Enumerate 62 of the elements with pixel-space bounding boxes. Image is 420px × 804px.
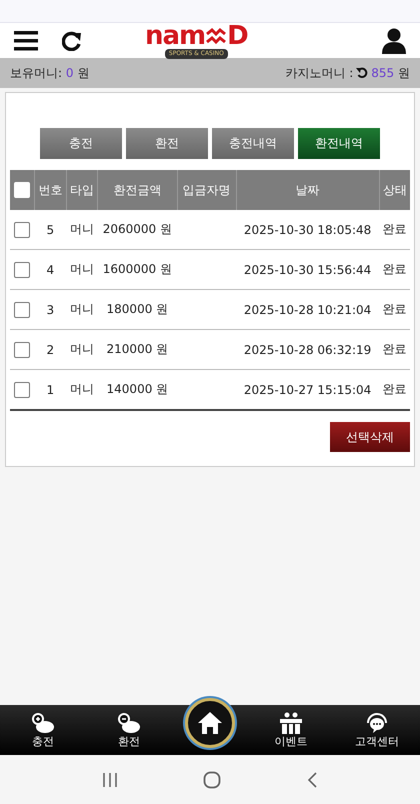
row-checkbox[interactable] [14,382,30,398]
select-all-checkbox[interactable] [14,182,30,198]
table-cell: 머니 [70,342,94,356]
table-cell: 2 [46,342,54,356]
table-cell: 2025-10-28 06:32:19 [244,342,372,356]
table-cell: 1 [46,382,54,396]
nav-label[interactable]: 환전 [118,734,140,748]
nav-label[interactable]: 충전 [32,734,54,748]
user-icon[interactable] [382,28,406,54]
nav-label[interactable]: 이벤트 [274,734,308,748]
table-cell: 완료 [382,222,406,236]
nav-label[interactable]: 고객센터 [355,734,399,748]
table-cell: 완료 [382,302,406,316]
back-icon[interactable] [306,772,318,788]
wave-icon [205,25,228,47]
tab[interactable]: 충전내역 [212,128,294,159]
casino-money-value: 855 원 [371,64,410,82]
table-cell: 2025-10-27 15:15:04 [244,382,372,396]
holding-money: 보유머니: 0 원 [10,64,90,82]
home-button[interactable] [185,698,235,748]
table-cell: 3 [46,302,54,316]
table-cell: 2025-10-30 15:56:44 [244,262,372,276]
tab[interactable]: 환전내역 [298,128,380,159]
table-cell: 4 [46,262,54,276]
table-cell: 1600000 원 [102,262,172,276]
table-cell: 2025-10-28 10:21:04 [244,302,372,316]
table-cell: 완료 [382,382,406,396]
row-checkbox[interactable] [14,342,30,358]
row-checkbox[interactable] [14,302,30,318]
table-cell: 210000 원 [106,342,168,356]
recent-apps-icon[interactable] [102,772,118,788]
column-header: 날짜 [296,182,320,196]
row-checkbox[interactable] [14,262,30,278]
gift-icon[interactable] [279,712,303,734]
column-header: 입금자명 [182,182,231,196]
tab[interactable]: 환전 [126,128,208,159]
row-checkbox[interactable] [14,222,30,238]
tab[interactable]: 충전 [40,128,122,159]
table-cell: 머니 [70,262,94,276]
delete-selected-button[interactable]: 선택삭제 [330,422,410,452]
refresh-icon[interactable] [62,30,82,50]
home-icon [197,711,223,735]
refresh-icon[interactable] [356,67,368,79]
column-header: 타입 [70,182,94,196]
column-header: 상태 [382,182,407,196]
logo-text: D [227,23,248,49]
table-cell: 머니 [70,382,94,396]
column-header: 번호 [38,182,62,196]
casino-money-label: 카지노머니 : [285,64,354,82]
menu-icon[interactable] [14,30,38,50]
table-cell: 머니 [70,222,94,236]
table-cell: 2025-10-30 18:05:48 [244,222,372,236]
table-cell: 머니 [70,302,94,316]
table-cell: 180000 원 [106,302,168,316]
table-cell: 5 [46,222,54,236]
table-cell: 2060000 원 [102,222,172,236]
table-cell: 140000 원 [106,382,168,396]
headset-chat-icon[interactable] [365,712,389,734]
column-header: 환전금액 [113,182,162,196]
table-cell: 완료 [382,262,406,276]
table-cell: 완료 [382,342,406,356]
logo-text: nam [145,23,206,49]
